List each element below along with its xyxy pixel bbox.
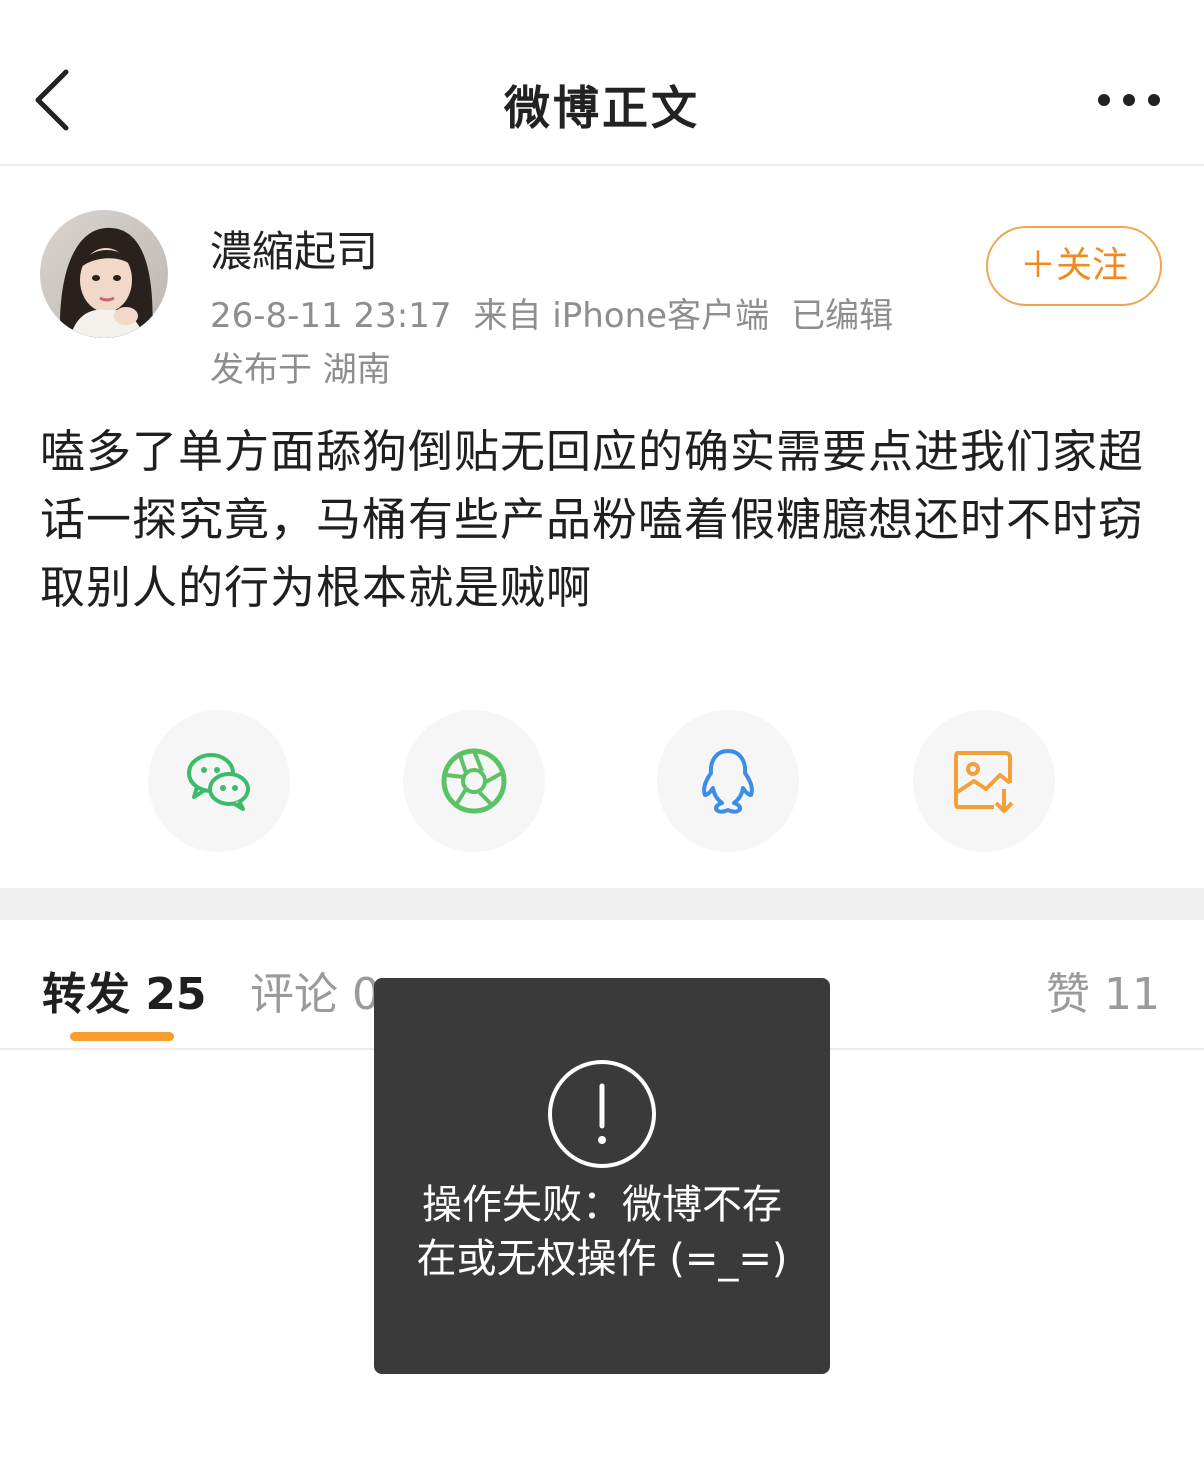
exclamation-icon <box>548 1060 656 1168</box>
share-qq-button[interactable] <box>657 710 799 852</box>
author-name[interactable]: 濃縮起司 <box>210 218 378 279</box>
follow-button[interactable]: ＋关注 <box>986 226 1162 306</box>
save-image-button[interactable] <box>913 710 1055 852</box>
post-source: 来自 iPhone客户端 <box>473 296 770 336</box>
more-options-button[interactable] <box>1088 82 1178 118</box>
more-dots-icon <box>1098 94 1160 106</box>
tab-repost[interactable]: 转发 25 <box>42 958 207 1022</box>
tab-like[interactable]: 赞 11 <box>1046 958 1160 1022</box>
post-time: 26-8-11 23:17 <box>210 296 452 336</box>
tab-comment[interactable]: 评论 0 <box>250 958 380 1022</box>
navigation-bar: 微博正文 <box>0 0 1204 166</box>
error-toast: 操作失败：微博不存在或无权操作 (=_=) <box>374 978 830 1374</box>
post-location: 发布于 湖南 <box>210 350 391 390</box>
wechat-icon <box>187 753 250 811</box>
toast-message: 操作失败：微博不存在或无权操作 (=_=) <box>416 1182 788 1282</box>
section-divider <box>0 888 1204 920</box>
page-title: 微博正文 <box>504 81 700 135</box>
save-image-icon <box>954 751 1014 813</box>
active-tab-indicator <box>70 1032 174 1041</box>
avatar-photo <box>40 210 168 338</box>
share-wechat-button[interactable] <box>148 710 290 852</box>
post-meta: 26-8-11 23:17 来自 iPhone客户端 已编辑 <box>210 288 915 337</box>
share-moments-button[interactable] <box>403 710 545 852</box>
post-body: 嗑多了单方面舔狗倒贴无回应的确实需要点进我们家超话一探究竟，马桶有些产品粉嗑着假… <box>40 425 1145 614</box>
qq-icon <box>702 749 754 814</box>
moments-icon <box>441 748 507 814</box>
avatar[interactable] <box>40 210 168 338</box>
edited-label[interactable]: 已编辑 <box>791 296 893 336</box>
